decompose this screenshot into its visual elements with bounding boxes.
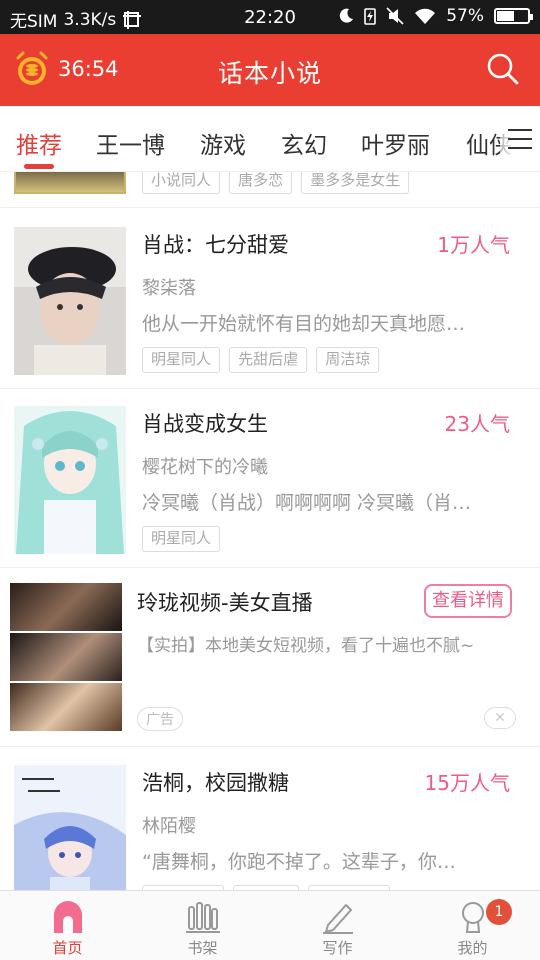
tag[interactable]: 先甜后虐 xyxy=(229,347,308,373)
tag[interactable]: 明星同人 xyxy=(142,347,221,373)
notification-badge: 1 xyxy=(486,899,512,925)
nav-home[interactable]: 首页 xyxy=(0,891,135,960)
category-tabs: 推荐 王一博 游戏 玄幻 叶罗丽 仙侠 xyxy=(0,106,540,172)
moon-icon xyxy=(340,8,354,23)
popularity: 23人气 xyxy=(444,412,510,436)
nav-label: 我的 xyxy=(457,939,488,957)
tag-list: 明星同人 先甜后虐 周洁琼 xyxy=(142,347,383,373)
tag-list: 明星同人 xyxy=(142,526,224,552)
profile-icon xyxy=(461,902,484,933)
popularity: 1万人气 xyxy=(437,233,510,257)
nav-label: 写作 xyxy=(322,939,353,957)
nav-label: 首页 xyxy=(52,939,83,957)
wifi-icon xyxy=(415,8,436,24)
book-title: 浩桐，校园撒糖 xyxy=(142,771,289,795)
ad-label: 广告 xyxy=(137,707,183,731)
ad-title: 玲珑视频-美女直播 xyxy=(137,591,313,615)
pencil-icon xyxy=(322,904,353,934)
nav-label: 书架 xyxy=(187,939,218,957)
mute-icon xyxy=(386,7,404,25)
book-title: 肖战：七分甜爱 xyxy=(142,233,289,257)
popularity: 15万人气 xyxy=(424,771,510,795)
tab-menu-button[interactable] xyxy=(500,106,540,171)
author: 林陌樱 xyxy=(142,816,196,837)
nav-write[interactable]: 写作 xyxy=(270,891,405,960)
tab-yeluoli[interactable]: 叶罗丽 xyxy=(361,126,430,160)
bookshelf-icon xyxy=(185,902,220,933)
list-item[interactable]: 小说同人 唐多恋 墨多多是女生 xyxy=(0,172,540,208)
ad-images xyxy=(10,583,122,731)
battery-percent: 57% xyxy=(446,6,484,26)
tab-games[interactable]: 游戏 xyxy=(200,126,246,160)
book-description: 冷冥曦（肖战）啊啊啊啊 冷冥曦（肖… xyxy=(142,492,472,514)
tab-fantasy[interactable]: 玄幻 xyxy=(281,126,327,160)
book-description: 他从一开始就怀有目的她却天真地愿… xyxy=(142,313,466,335)
tag-list: 小说同人 唐多恋 墨多多是女生 xyxy=(142,172,413,194)
nav-profile[interactable]: 1 我的 xyxy=(405,891,540,960)
battery-icon xyxy=(494,8,533,24)
tag[interactable]: 明星同人 xyxy=(142,526,221,552)
view-details-button[interactable]: 查看详情 xyxy=(424,584,512,618)
book-cover xyxy=(14,172,126,194)
close-ad-button[interactable]: ✕ xyxy=(484,707,516,729)
charging-icon xyxy=(364,8,377,25)
book-cover xyxy=(14,765,126,890)
tab-wangyibo[interactable]: 王一博 xyxy=(96,126,165,160)
home-icon xyxy=(53,901,82,933)
list-item[interactable]: 肖战变成女生 23人气 樱花树下的冷曦 冷冥曦（肖战）啊啊啊啊 冷冥曦（肖… 明… xyxy=(0,388,540,568)
tag[interactable]: 小说同人 xyxy=(142,172,221,194)
tag[interactable]: 唐多恋 xyxy=(229,172,293,194)
active-tab-indicator xyxy=(24,164,54,169)
status-bar: 无SIM 3.3K/s 22:20 57% xyxy=(0,0,540,34)
author: 黎柒落 xyxy=(142,278,196,299)
page-title: 话本小说 xyxy=(217,59,322,88)
app-header: 36:54 话本小说 xyxy=(0,34,540,106)
tab-recommend[interactable]: 推荐 xyxy=(16,126,62,160)
book-cover xyxy=(14,406,126,554)
author: 樱花树下的冷曦 xyxy=(142,457,268,478)
list-item[interactable]: 浩桐，校园撒糖 15万人气 林陌樱 “唐舞桐，你跑不掉了。这辈子，你… xyxy=(0,747,540,890)
book-list: 小说同人 唐多恋 墨多多是女生 肖战：七分甜爱 1万人气 黎柒落 他从一开始就怀… xyxy=(0,172,540,890)
list-item[interactable]: 肖战：七分甜爱 1万人气 黎柒落 他从一开始就怀有目的她却天真地愿… 明星同人 … xyxy=(0,209,540,389)
book-title: 肖战变成女生 xyxy=(142,412,268,436)
search-icon[interactable] xyxy=(486,52,520,86)
ad-item[interactable]: 玲珑视频-美女直播 查看详情 【实拍】本地美女短视频，看了十遍也不腻~ 广告 ✕ xyxy=(0,567,540,747)
ad-description: 【实拍】本地美女短视频，看了十遍也不腻~ xyxy=(137,636,475,656)
nav-bookshelf[interactable]: 书架 xyxy=(135,891,270,960)
book-cover xyxy=(14,227,126,375)
bottom-nav: 首页 书架 写作 1 我的 xyxy=(0,890,540,960)
tag[interactable]: 周洁琼 xyxy=(316,347,380,373)
tag[interactable]: 墨多多是女生 xyxy=(301,172,410,194)
book-description: “唐舞桐，你跑不掉了。这辈子，你… xyxy=(142,851,456,873)
